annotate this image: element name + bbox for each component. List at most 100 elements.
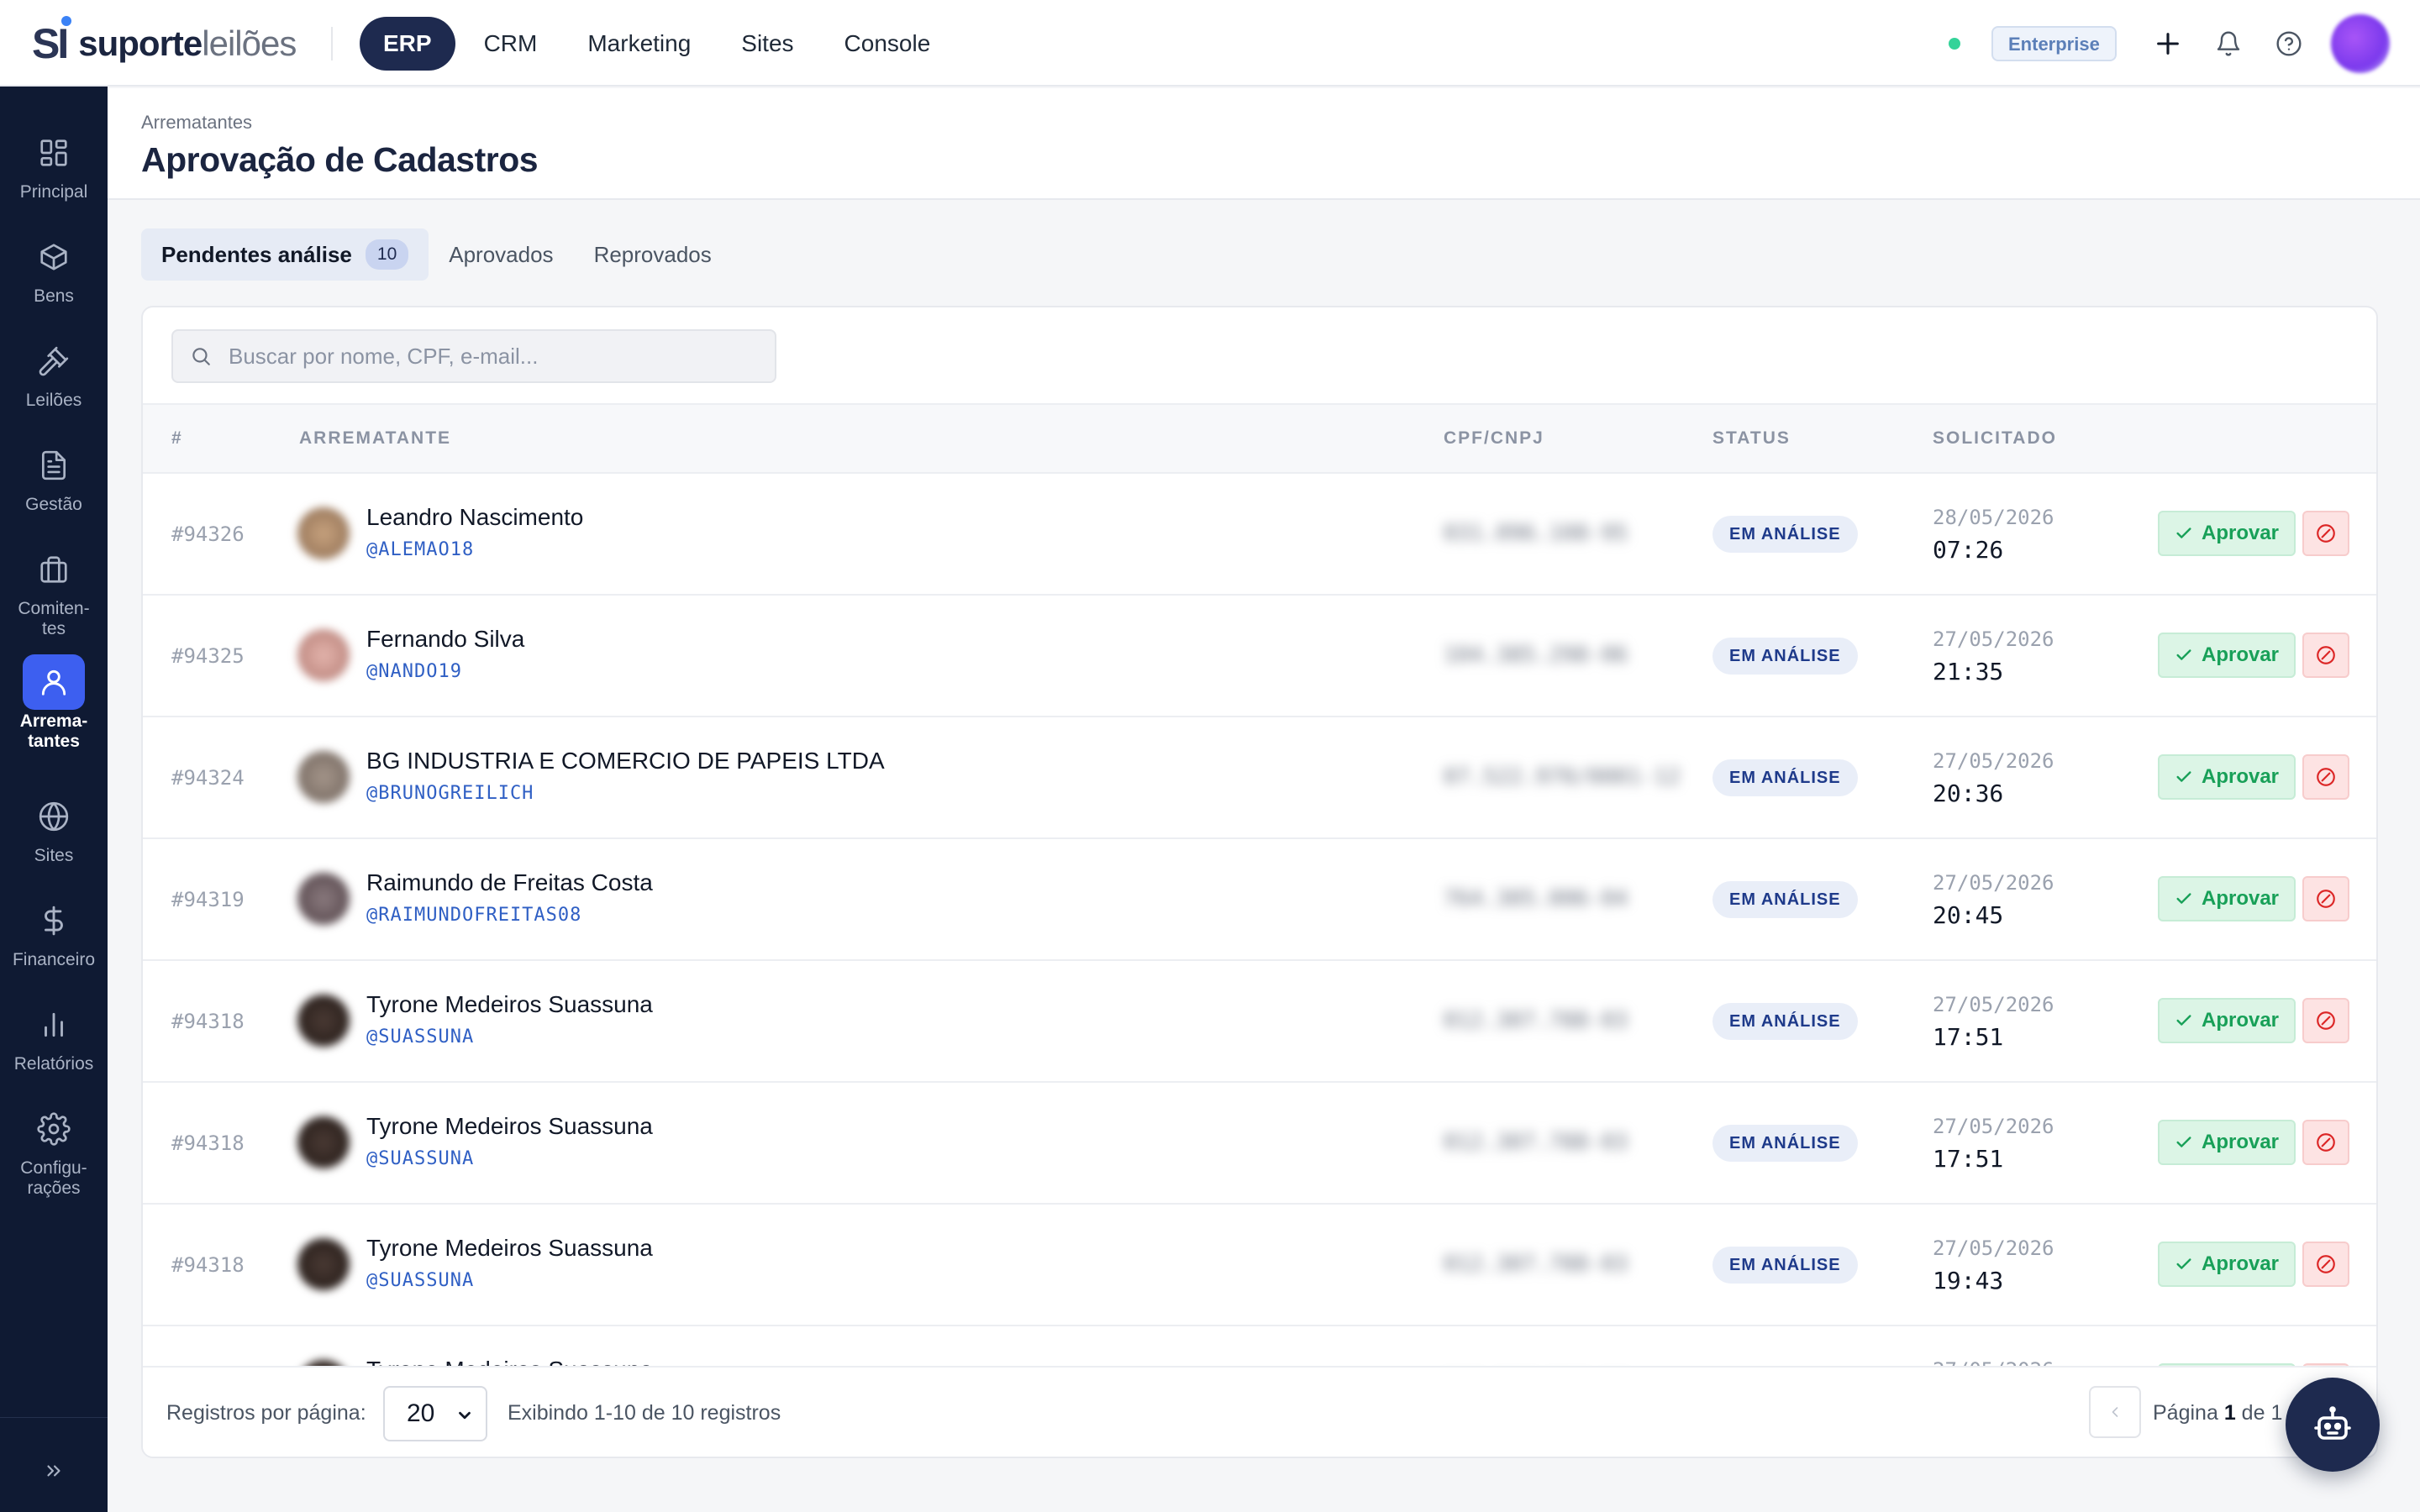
approve-label: Aprovar bbox=[2201, 1252, 2280, 1275]
status-badge: EM ANÁLISE bbox=[1712, 1125, 1858, 1162]
chevron-down-icon bbox=[459, 1411, 471, 1420]
table-row[interactable]: #94318 Tyrone Medeiros Suassuna @SUASSUNA 0… bbox=[143, 961, 2376, 1083]
document-number: 764.305.006-04 bbox=[1444, 886, 1628, 911]
table-row[interactable]: #94317Tyrone Medeiros Suassuna@SUASSUNA0… bbox=[143, 1326, 2376, 1366]
check-icon bbox=[2176, 528, 2191, 538]
bidder-name[interactable]: Fernando Silva bbox=[366, 626, 524, 653]
status-badge: EM ANÁLISE bbox=[1712, 516, 1858, 553]
bidder-name[interactable]: Tyrone Medeiros Suassuna bbox=[366, 1357, 653, 1366]
registration-id: #94318 bbox=[171, 1010, 245, 1033]
approve-button[interactable]: Aprovar bbox=[2158, 754, 2296, 800]
nav-console[interactable]: Console bbox=[819, 17, 956, 71]
bidder-name[interactable]: Tyrone Medeiros Suassuna bbox=[366, 991, 653, 1018]
logo-mark: SI bbox=[32, 16, 72, 68]
reject-button[interactable] bbox=[2302, 998, 2349, 1043]
sidebar-item-principal[interactable]: Principal bbox=[0, 125, 108, 202]
registrations-card: # ARREMATANTE CPF/CNPJ STATUS SOLICITADO… bbox=[141, 306, 2378, 1458]
breadcrumb[interactable]: Arrematantes bbox=[141, 112, 252, 134]
document-number: 104.385.298-06 bbox=[1444, 643, 1628, 668]
request-time: 17:51 bbox=[1933, 1023, 2004, 1051]
bidder-handle: @SUASSUNA bbox=[366, 1148, 475, 1169]
sidebar-item-leiloes[interactable]: Leilões bbox=[0, 333, 108, 411]
table-row[interactable]: #94325 Fernando Silva @NANDO19 104.385.298-… bbox=[143, 596, 2376, 717]
sidebar-item-arrematantes[interactable]: Arrema- tantes bbox=[0, 654, 108, 752]
table-row[interactable]: #94326 Leandro Nascimento @ALEMAO18 031.096… bbox=[143, 474, 2376, 596]
sidebar-item-sites[interactable]: Sites bbox=[0, 789, 108, 866]
per-page-select[interactable]: 20 bbox=[383, 1386, 487, 1441]
sidebar-item-label: Arrema- tantes bbox=[19, 711, 88, 751]
column-document: CPF/CNPJ bbox=[1444, 428, 1544, 448]
ban-icon bbox=[2317, 1011, 2335, 1030]
bidder-name[interactable]: BG INDUSTRIA E COMERCIO DE PAPEIS LTDA bbox=[366, 748, 885, 774]
help-button[interactable] bbox=[2270, 25, 2307, 62]
brand-logo[interactable]: SI suporteleilões bbox=[32, 16, 297, 67]
approve-button[interactable]: Aprovar bbox=[2158, 1242, 2296, 1287]
request-time: 19:43 bbox=[1933, 1267, 2004, 1294]
nav-crm[interactable]: CRM bbox=[459, 17, 563, 71]
table-row[interactable]: #94324 BG INDUSTRIA E COMERCIO DE PAPEIS … bbox=[143, 717, 2376, 839]
sidebar-item-comitentes[interactable]: Comiten- tes bbox=[0, 542, 108, 639]
sidebar-item-gestao[interactable]: Gestão bbox=[0, 438, 108, 515]
previous-page-button[interactable] bbox=[2089, 1386, 2141, 1438]
pagination-text: Página 1 de 1 bbox=[2153, 1401, 2283, 1425]
ban-icon bbox=[2317, 1133, 2335, 1152]
sidebar-item-relatorios[interactable]: Relatórios bbox=[0, 997, 108, 1074]
table-body: #94326 Leandro Nascimento @ALEMAO18 031.096… bbox=[143, 474, 2376, 1366]
nav-erp[interactable]: ERP bbox=[360, 17, 455, 71]
sidebar-item-label: Bens bbox=[34, 286, 74, 306]
check-icon bbox=[2176, 649, 2191, 660]
bidder-handle: @SUASSUNA bbox=[366, 1270, 475, 1291]
table-row[interactable]: #94319 Raimundo de Freitas Costa @RAIMUNDO… bbox=[143, 839, 2376, 961]
sidebar-item-bens[interactable]: Bens bbox=[0, 229, 108, 307]
registration-id: #94319 bbox=[171, 888, 245, 911]
column-id: # bbox=[171, 428, 183, 448]
tab-approved[interactable]: Aprovados bbox=[429, 228, 573, 281]
reject-button[interactable] bbox=[2302, 876, 2349, 921]
approve-button[interactable]: Aprovar bbox=[2158, 876, 2296, 921]
assistant-bot-button[interactable] bbox=[2286, 1378, 2380, 1472]
user-icon bbox=[41, 669, 66, 696]
nav-sites[interactable]: Sites bbox=[716, 17, 818, 71]
per-page-label: Registros por página: bbox=[166, 1401, 366, 1425]
robot-icon bbox=[2314, 1406, 2351, 1440]
bidder-handle: @ALEMAO18 bbox=[366, 539, 475, 560]
notifications-button[interactable] bbox=[2210, 25, 2247, 62]
bidder-name[interactable]: Raimundo de Freitas Costa bbox=[366, 869, 653, 896]
avatar bbox=[297, 1238, 350, 1290]
reject-button[interactable] bbox=[2302, 754, 2349, 800]
top-bar: SI suporteleilões ERP CRM Marketing Site… bbox=[0, 0, 2420, 87]
tab-pending[interactable]: Pendentes análise 10 bbox=[141, 228, 429, 281]
sidebar-item-financeiro[interactable]: Financeiro bbox=[0, 893, 108, 970]
sidebar-item-label: Principal bbox=[19, 182, 88, 202]
approve-label: Aprovar bbox=[2201, 1009, 2280, 1032]
sidebar-item-label: Comiten- tes bbox=[18, 599, 90, 638]
table-row[interactable]: #94318 Tyrone Medeiros Suassuna @SUASSUNA 0… bbox=[143, 1083, 2376, 1205]
reject-button[interactable] bbox=[2302, 1242, 2349, 1287]
reject-button[interactable] bbox=[2302, 511, 2349, 556]
approve-button[interactable]: Aprovar bbox=[2158, 511, 2296, 556]
collapse-sidebar-button[interactable] bbox=[39, 1456, 69, 1486]
gavel-icon bbox=[39, 346, 69, 376]
add-button[interactable] bbox=[2149, 25, 2186, 62]
divider bbox=[0, 1417, 108, 1418]
table-row[interactable]: #94318 Tyrone Medeiros Suassuna @SUASSUNA 0… bbox=[143, 1205, 2376, 1326]
reject-button[interactable] bbox=[2302, 633, 2349, 678]
reject-button[interactable] bbox=[2302, 1120, 2349, 1165]
approve-label: Aprovar bbox=[2201, 522, 2280, 544]
sidebar-item-configuracoes[interactable]: Configu- rações bbox=[0, 1101, 108, 1199]
registration-id: #94318 bbox=[171, 1131, 245, 1155]
search-input[interactable] bbox=[229, 343, 766, 370]
approve-button[interactable]: Aprovar bbox=[2158, 633, 2296, 678]
tab-rejected[interactable]: Reprovados bbox=[574, 228, 732, 281]
bidder-name[interactable]: Leandro Nascimento bbox=[366, 504, 583, 531]
bidder-name[interactable]: Tyrone Medeiros Suassuna bbox=[366, 1235, 653, 1262]
ban-icon bbox=[2317, 768, 2335, 786]
bidder-name[interactable]: Tyrone Medeiros Suassuna bbox=[366, 1113, 653, 1140]
request-date: 27/05/2026 bbox=[1933, 749, 2054, 773]
user-avatar[interactable] bbox=[2331, 14, 2390, 73]
document-number: 07.522.970/0001-12 bbox=[1444, 764, 1681, 790]
gear-icon bbox=[37, 1112, 71, 1146]
approve-button[interactable]: Aprovar bbox=[2158, 1120, 2296, 1165]
approve-button[interactable]: Aprovar bbox=[2158, 998, 2296, 1043]
nav-marketing[interactable]: Marketing bbox=[562, 17, 716, 71]
